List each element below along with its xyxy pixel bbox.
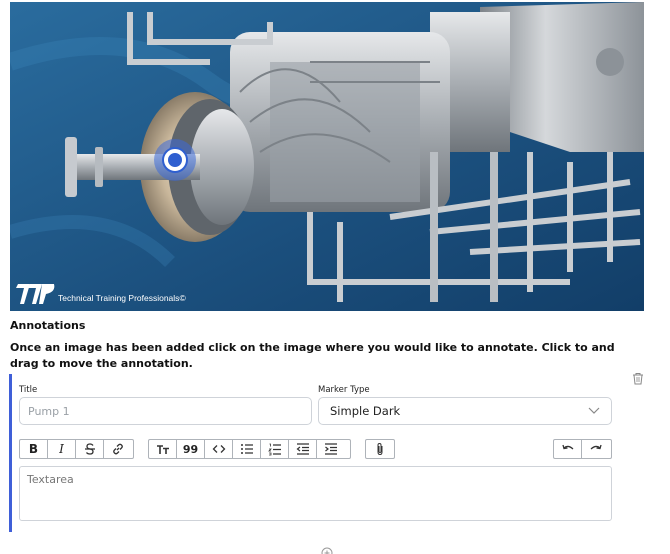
indent-icon [325,443,337,455]
title-input[interactable] [19,397,312,425]
trash-icon[interactable] [632,372,644,385]
annotation-textarea[interactable] [19,466,612,521]
strikethrough-icon [84,443,95,455]
quote-button[interactable]: 99 [177,440,205,458]
annotation-image[interactable]: Technical Training Professionals© [10,2,644,311]
title-label: Title [19,385,38,395]
heading-icon [156,445,169,454]
strikethrough-button[interactable] [76,440,104,458]
redo-button[interactable] [582,440,610,458]
paperclip-icon [377,442,383,456]
numbered-list-button[interactable] [261,440,289,458]
toolbar-attach-group [365,439,395,459]
marker-type-select[interactable]: Simple Dark [318,397,612,425]
redo-icon [590,444,602,450]
copyright-symbol: © [179,293,186,303]
brand-logo: Technical Training Professionals© [16,278,186,306]
heading-button[interactable] [149,440,177,458]
italic-button[interactable]: I [48,440,76,458]
annotations-instructions: Once an image has been added click on th… [10,341,615,370]
marker-type-label: Marker Type [318,385,370,395]
indent-button[interactable] [317,440,345,458]
outdent-button[interactable] [289,440,317,458]
logo-text: Technical Training Professionals© [58,293,186,303]
chevron-down-icon [588,407,600,414]
toolbar-block-group: 99 [148,439,351,459]
outdent-icon [296,443,309,455]
toolbar-format-group: B I [19,439,134,459]
link-icon [113,443,123,455]
undo-icon [561,444,573,450]
marker-dot-icon [164,149,186,171]
code-button[interactable] [205,440,233,458]
bullet-list-button[interactable] [233,440,261,458]
ttp-logo-icon [16,284,55,304]
bullet-list-icon [240,444,253,454]
annotation-marker[interactable] [154,139,196,181]
attach-button[interactable] [366,440,394,458]
numbered-list-icon [267,443,281,456]
turbine-illustration [10,2,644,311]
code-icon [212,445,225,453]
add-circle-icon[interactable] [321,547,333,554]
marker-type-value: Simple Dark [330,404,401,418]
annotations-heading: Annotations [10,319,86,332]
bold-button[interactable]: B [20,440,48,458]
toolbar-history-group [553,439,612,459]
undo-button[interactable] [554,440,582,458]
link-button[interactable] [104,440,132,458]
